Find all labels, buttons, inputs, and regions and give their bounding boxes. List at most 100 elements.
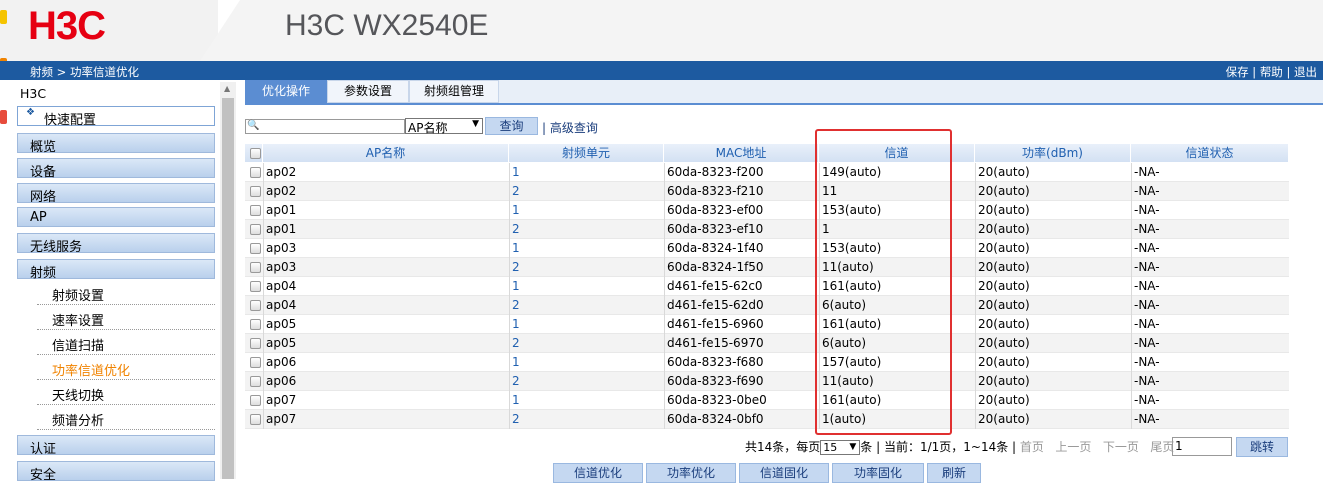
sidebar-subitem-radio-settings[interactable]: 射频设置	[37, 281, 215, 305]
cell-power: 20(auto)	[975, 391, 1131, 410]
sidebar-item-security[interactable]: 安全	[17, 461, 215, 483]
row-checkbox[interactable]	[250, 243, 261, 254]
table-row[interactable]: ap02 1 60da-8323-f200 149(auto) 20(auto) -NA-	[245, 163, 1289, 182]
sidebar-subitem-power-channel-optimization[interactable]: 功率信道优化	[37, 356, 215, 380]
sidebar-item-radio[interactable]: 射频	[17, 259, 215, 281]
row-checkbox[interactable]	[250, 395, 261, 406]
row-checkbox[interactable]	[250, 300, 261, 311]
column-header-channel-status[interactable]: 信道状态	[1131, 144, 1289, 162]
sidebar-item-device[interactable]: 设备	[17, 158, 215, 180]
sidebar-item-authentication[interactable]: 认证	[17, 435, 215, 457]
sidebar-subitem-channel-scan[interactable]: 信道扫描	[37, 331, 215, 355]
ap-radio-table: AP名称 射频单元 MAC地址 信道 功率(dBm) 信道状态 ap02 1 60d…	[245, 144, 1289, 430]
search-field-select[interactable]: AP名称 ▼	[405, 118, 483, 135]
breadcrumb: 射频 > 功率信道优化	[30, 65, 139, 79]
row-checkbox[interactable]	[250, 262, 261, 273]
first-page-link[interactable]: 首页	[1020, 440, 1044, 454]
cell-channel-status: -NA-	[1131, 220, 1289, 239]
diamond-icon: ❖	[26, 107, 35, 118]
search-box[interactable]	[245, 119, 405, 134]
search-input[interactable]	[258, 120, 402, 133]
next-page-link[interactable]: 下一页	[1103, 440, 1139, 454]
sidebar-subitem-antenna-switch[interactable]: 天线切换	[37, 381, 215, 405]
table-row[interactable]: ap05 2 d461-fe15-6970 6(auto) 20(auto) -NA-	[245, 334, 1289, 353]
sidebar-item-ap[interactable]: AP	[17, 207, 215, 227]
product-title: H3C WX2540E	[285, 9, 489, 42]
last-page-link[interactable]: 尾页	[1150, 440, 1174, 454]
sidebar-item-label: 网络	[30, 190, 57, 205]
tab-radio-group[interactable]: 射频组管理	[409, 80, 499, 103]
chevron-down-icon: ▼	[849, 442, 857, 452]
channel-optimize-button[interactable]: 信道优化	[553, 463, 643, 483]
tab-parameters[interactable]: 参数设置	[327, 80, 409, 103]
sidebar-root[interactable]: H3C	[20, 86, 46, 101]
sidebar-subitem-rate-settings[interactable]: 速率设置	[37, 306, 215, 330]
jump-button[interactable]: 跳转	[1236, 437, 1288, 457]
table-row[interactable]: ap06 1 60da-8323-f680 157(auto) 20(auto) -NA-	[245, 353, 1289, 372]
scroll-up-arrow-icon[interactable]: ▲	[224, 84, 230, 93]
row-checkbox[interactable]	[250, 205, 261, 216]
table-row[interactable]: ap04 1 d461-fe15-62c0 161(auto) 20(auto) -NA-	[245, 277, 1289, 296]
row-checkbox[interactable]	[250, 186, 261, 197]
per-page-select[interactable]: 15 ▼	[820, 440, 861, 455]
cell-mac: 60da-8323-ef00	[664, 201, 819, 220]
power-fix-button[interactable]: 功率固化	[832, 463, 924, 483]
scrollbar-thumb[interactable]	[222, 98, 234, 479]
cell-mac: 60da-8323-f690	[664, 372, 819, 391]
row-checkbox[interactable]	[250, 319, 261, 330]
cell-mac: d461-fe15-62d0	[664, 296, 819, 315]
row-checkbox[interactable]	[250, 414, 261, 425]
cell-radio: 2	[509, 334, 664, 353]
cell-mac: 60da-8324-1f40	[664, 239, 819, 258]
column-header-radio[interactable]: 射频单元	[509, 144, 664, 162]
table-row[interactable]: ap07 2 60da-8324-0bf0 1(auto) 20(auto) -NA-	[245, 410, 1289, 429]
table-row[interactable]: ap01 2 60da-8323-ef10 1 20(auto) -NA-	[245, 220, 1289, 239]
channel-fix-button[interactable]: 信道固化	[739, 463, 829, 483]
table-row[interactable]: ap02 2 60da-8323-f210 11 20(auto) -NA-	[245, 182, 1289, 201]
search-field-value: AP名称	[408, 121, 448, 135]
query-button[interactable]: 查询	[485, 117, 538, 135]
row-checkbox[interactable]	[250, 281, 261, 292]
page-number-input[interactable]: 1	[1172, 437, 1232, 456]
table-row[interactable]: ap04 2 d461-fe15-62d0 6(auto) 20(auto) -NA-	[245, 296, 1289, 315]
row-checkbox[interactable]	[250, 224, 261, 235]
prev-page-link[interactable]: 上一页	[1055, 440, 1091, 454]
cell-channel-status: -NA-	[1131, 182, 1289, 201]
save-link[interactable]: 保存	[1226, 65, 1249, 79]
row-checkbox[interactable]	[250, 338, 261, 349]
table-row[interactable]: ap03 2 60da-8324-1f50 11(auto) 20(auto) -NA-	[245, 258, 1289, 277]
row-checkbox[interactable]	[250, 357, 261, 368]
help-link[interactable]: 帮助	[1260, 65, 1283, 79]
table-row[interactable]: ap06 2 60da-8323-f690 11(auto) 20(auto) -NA-	[245, 372, 1289, 391]
sidebar-item-wireless-service[interactable]: 无线服务	[17, 233, 215, 255]
cell-power: 20(auto)	[975, 201, 1131, 220]
column-header-mac[interactable]: MAC地址	[664, 144, 819, 162]
note-icon[interactable]	[0, 10, 7, 24]
sidebar-subitem-spectrum-analysis[interactable]: 频谱分析	[37, 406, 215, 430]
column-header-power[interactable]: 功率(dBm)	[975, 144, 1131, 162]
sidebar-item-label: 设备	[30, 165, 57, 180]
sidebar-item-overview[interactable]: 概览	[17, 133, 215, 155]
select-all-checkbox[interactable]	[250, 148, 261, 159]
cell-mac: 60da-8324-0bf0	[664, 410, 819, 429]
column-header-ap-name[interactable]: AP名称	[263, 144, 509, 162]
power-optimize-button[interactable]: 功率优化	[646, 463, 736, 483]
cell-radio: 2	[509, 410, 664, 429]
cell-mac: d461-fe15-6960	[664, 315, 819, 334]
refresh-button[interactable]: 刷新	[927, 463, 981, 483]
table-row[interactable]: ap03 1 60da-8324-1f40 153(auto) 20(auto) -NA-	[245, 239, 1289, 258]
tab-optimization[interactable]: 优化操作	[245, 80, 327, 103]
table-row[interactable]: ap07 1 60da-8323-0be0 161(auto) 20(auto) -NA-	[245, 391, 1289, 410]
row-checkbox[interactable]	[250, 167, 261, 178]
table-row[interactable]: ap01 1 60da-8323-ef00 153(auto) 20(auto) -NA-	[245, 201, 1289, 220]
sidebar-item-network[interactable]: 网络	[17, 183, 215, 205]
tool-icon[interactable]	[0, 110, 7, 124]
advanced-search-link[interactable]: | 高级查询	[542, 119, 598, 136]
logout-link[interactable]: 退出	[1294, 65, 1317, 79]
cell-channel-status: -NA-	[1131, 239, 1289, 258]
advanced-search-label[interactable]: 高级查询	[550, 121, 598, 135]
sidebar-item-quick-config[interactable]: ❖ 快速配置	[17, 106, 215, 128]
sidebar-subitem-label: 功率信道优化	[52, 364, 131, 379]
row-checkbox[interactable]	[250, 376, 261, 387]
table-row[interactable]: ap05 1 d461-fe15-6960 161(auto) 20(auto) -NA-	[245, 315, 1289, 334]
